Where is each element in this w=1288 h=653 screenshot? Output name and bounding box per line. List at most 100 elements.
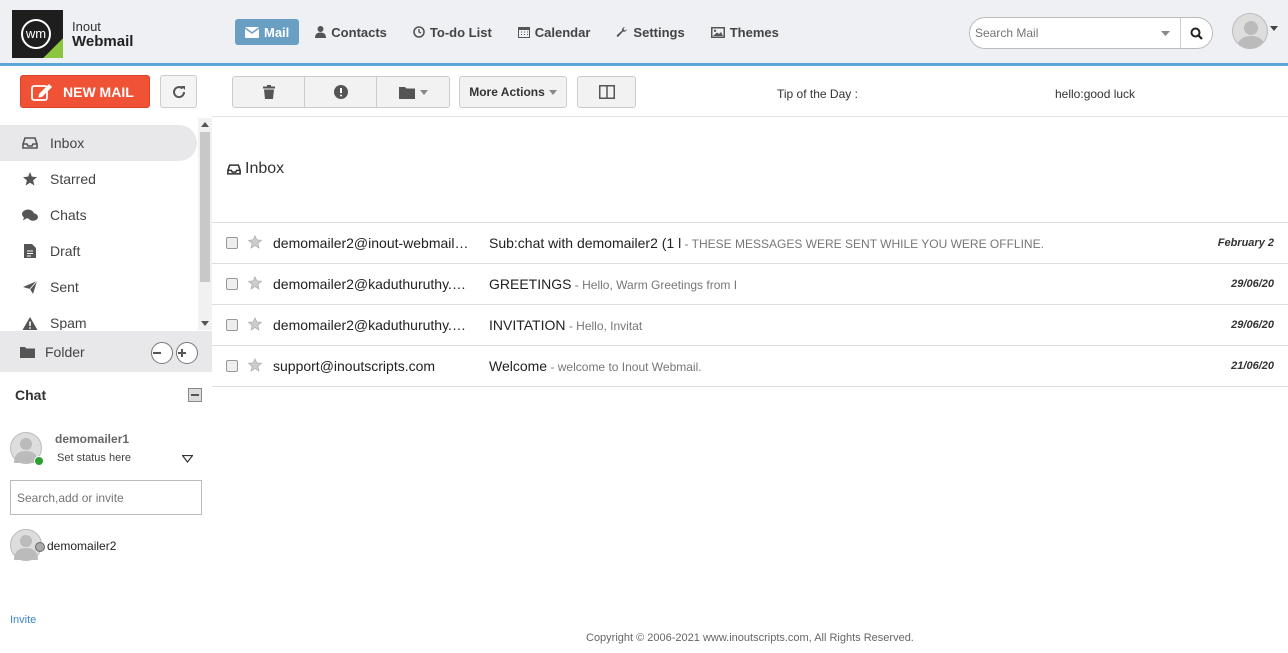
account-menu-caret[interactable] — [1270, 26, 1278, 31]
caret-down-icon — [1160, 30, 1170, 36]
exclamation-circle-icon — [333, 85, 348, 99]
star-outline-icon[interactable] — [248, 235, 262, 249]
user-avatar[interactable] — [1232, 13, 1268, 49]
mail-date: February 2 — [1217, 237, 1274, 249]
mail-subject: Sub:chat with demomailer2 (1 l - THESE M… — [489, 235, 1209, 251]
invite-link[interactable]: Invite — [10, 614, 36, 626]
folder-spam-label: Spam — [50, 315, 87, 330]
folder-starred[interactable]: Starred — [0, 161, 197, 197]
more-actions-dropdown[interactable]: More Actions — [459, 76, 567, 108]
inbox-icon — [227, 163, 241, 175]
nav-mail[interactable]: Mail — [235, 19, 300, 45]
mail-row[interactable]: demomailer2@kaduthuruthy.com INVITATION … — [212, 305, 1288, 346]
offline-status-dot — [35, 542, 45, 552]
mail-sender: demomailer2@inout-webmail.com — [273, 235, 469, 251]
nav-mail-label: Mail — [264, 24, 290, 40]
mail-checkbox[interactable] — [226, 278, 238, 290]
scroll-down-arrow[interactable] — [201, 321, 209, 326]
mail-subject: INVITATION - Hello, Invitat — [489, 317, 1209, 333]
nav-calendar[interactable]: Calendar — [508, 19, 601, 45]
star-outline-icon[interactable] — [248, 276, 262, 290]
send-icon — [23, 280, 38, 294]
tip-of-day-text: hello:good luck — [1055, 87, 1136, 101]
mail-date: 21/06/20 — [1231, 360, 1274, 372]
star-outline-icon[interactable] — [248, 317, 262, 331]
folder-draft[interactable]: Draft — [0, 233, 197, 269]
add-folder-button[interactable] — [176, 342, 198, 364]
logo-text: Inout Webmail — [72, 20, 133, 49]
mail-preview: - Hello, Invitat — [565, 319, 643, 333]
nav-todo-label: To-do List — [429, 24, 492, 40]
chat-self-name: demomailer1 — [55, 432, 130, 446]
mail-preview: - THESE MESSAGES WERE SENT WHILE YOU WER… — [681, 237, 1044, 251]
caret-down-icon — [419, 89, 428, 95]
custom-folder-section: Folder — [0, 331, 212, 372]
status-dropdown-icon[interactable] — [182, 455, 193, 463]
refresh-icon — [172, 85, 185, 98]
toggle-reading-pane-button[interactable] — [577, 76, 636, 108]
nav-themes-label: Themes — [729, 24, 779, 40]
new-mail-label: NEW MAIL — [63, 83, 134, 100]
folder-icon — [20, 346, 35, 358]
nav-themes[interactable]: Themes — [701, 19, 789, 45]
nav-todo[interactable]: To-do List — [403, 19, 502, 45]
folder-chats-label: Chats — [50, 207, 87, 223]
nav-contacts-label: Contacts — [331, 24, 387, 40]
folder-spam[interactable]: Spam — [0, 305, 197, 330]
folder-inbox-label: Inbox — [50, 135, 85, 151]
logo-mark: wm — [12, 10, 63, 58]
scroll-up-arrow[interactable] — [201, 122, 209, 127]
mail-row[interactable]: demomailer2@inout-webmail.com Sub:chat w… — [212, 223, 1288, 264]
new-mail-button[interactable]: NEW MAIL — [20, 75, 150, 108]
calendar-icon — [517, 27, 530, 38]
mail-preview: - welcome to Inout Webmail. — [547, 360, 702, 374]
mail-subject-text: INVITATION — [489, 317, 566, 333]
mail-sender: support@inoutscripts.com — [273, 358, 436, 374]
folder-list: Inbox Starred Chats Draft Sent Spam — [0, 125, 197, 330]
toolbar-divider — [212, 116, 1288, 117]
nav-settings-label: Settings — [633, 24, 685, 40]
move-to-folder-button[interactable] — [377, 77, 449, 107]
online-status-dot — [34, 456, 44, 466]
folder-draft-label: Draft — [50, 243, 81, 259]
app-logo[interactable]: wm Inout Webmail — [12, 10, 140, 58]
mail-subject-text: GREETINGS — [489, 276, 572, 292]
scroll-thumb[interactable] — [200, 132, 210, 282]
logo-line1: Inout — [72, 18, 101, 34]
remove-folder-button[interactable] — [151, 342, 173, 364]
mail-row[interactable]: demomailer2@kaduthuruthy.com GREETINGS -… — [212, 264, 1288, 305]
chat-icon — [22, 209, 38, 221]
folder-sent[interactable]: Sent — [0, 269, 197, 305]
report-spam-button[interactable] — [305, 77, 377, 107]
chat-search-input[interactable] — [10, 480, 202, 515]
nav-settings[interactable]: Settings — [606, 19, 694, 45]
chat-title: Chat — [15, 387, 47, 403]
logo-line2: Webmail — [72, 32, 134, 50]
logo-monogram: wm — [21, 19, 51, 49]
clock-icon — [413, 26, 425, 38]
mail-action-group — [232, 76, 450, 108]
nav-contacts[interactable]: Contacts — [305, 19, 397, 45]
more-actions-label: More Actions — [469, 85, 545, 99]
mail-row[interactable]: support@inoutscripts.com Welcome - welco… — [212, 346, 1288, 387]
star-outline-icon[interactable] — [248, 358, 262, 372]
folder-chats[interactable]: Chats — [0, 197, 197, 233]
chat-minimize-button[interactable] — [188, 388, 202, 402]
search-icon — [1190, 27, 1203, 40]
chat-contact-name[interactable]: demomailer2 — [47, 539, 116, 553]
search-options-caret[interactable] — [1150, 30, 1180, 36]
search-button[interactable] — [1180, 18, 1212, 48]
mail-sender: demomailer2@kaduthuruthy.com — [273, 317, 469, 333]
chat-status-text[interactable]: Set status here — [57, 452, 131, 464]
folder-scrollbar[interactable] — [198, 118, 212, 330]
delete-button[interactable] — [233, 77, 305, 107]
envelope-icon — [245, 26, 259, 38]
mail-checkbox[interactable] — [226, 319, 238, 331]
caret-down-icon — [548, 89, 557, 95]
mail-checkbox[interactable] — [226, 237, 238, 249]
compose-icon — [31, 83, 52, 101]
search-input[interactable] — [970, 18, 1150, 48]
refresh-button[interactable] — [160, 75, 197, 108]
mail-checkbox[interactable] — [226, 360, 238, 372]
folder-inbox[interactable]: Inbox — [0, 125, 197, 161]
